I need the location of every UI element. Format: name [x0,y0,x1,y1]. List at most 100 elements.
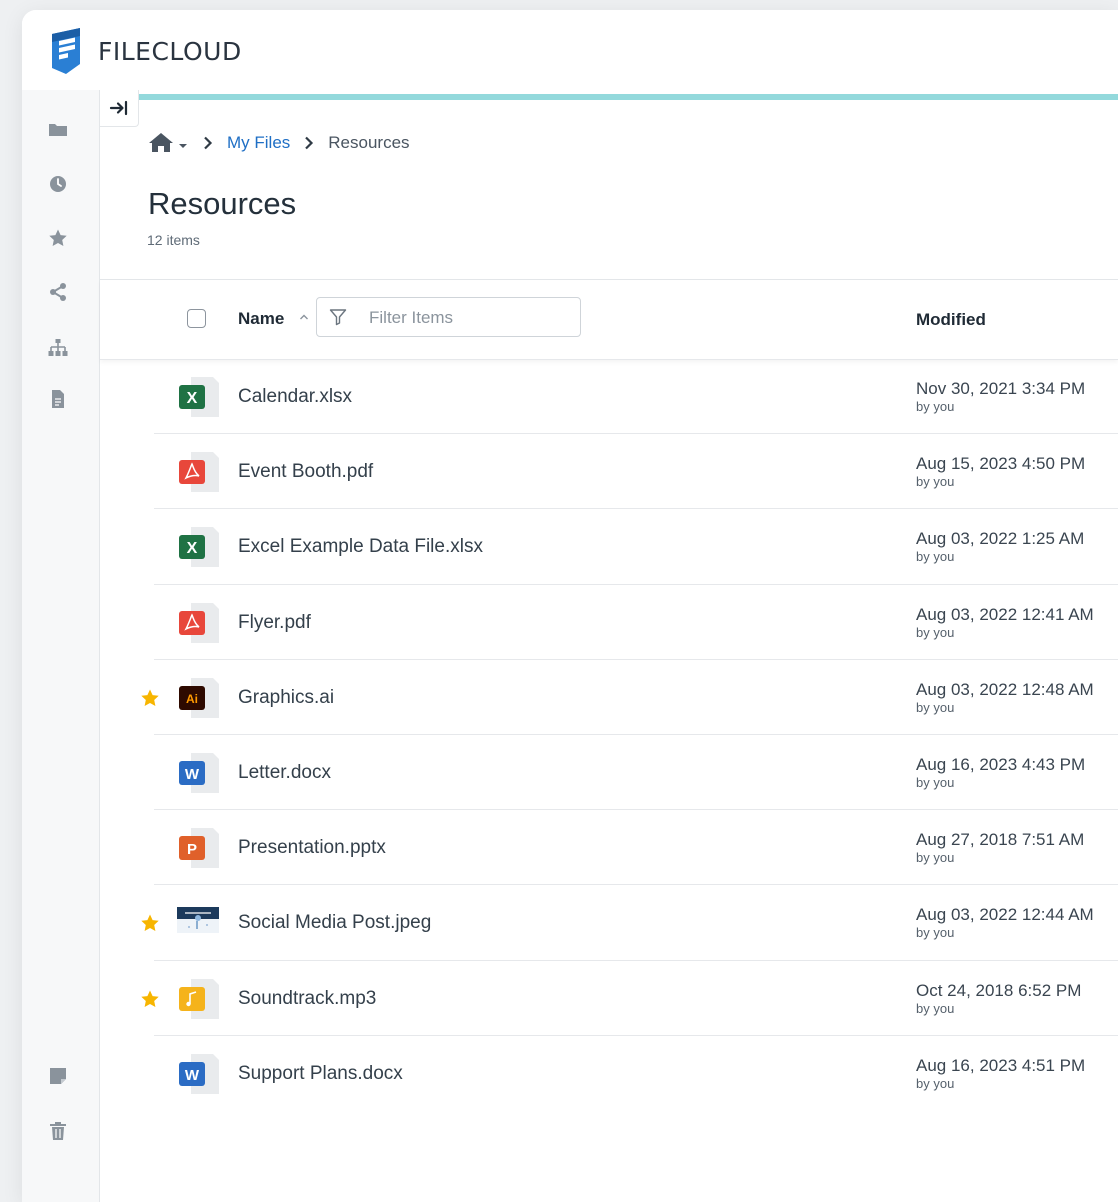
file-row[interactable]: Soundtrack.mp3 Oct 24, 2018 6:52 PM by you [100,961,1118,1036]
modified-by: by you [916,850,955,866]
clock-icon [50,176,66,192]
breadcrumb: My Files Resources [147,132,410,154]
breadcrumb-separator [203,136,213,150]
file-name[interactable]: Graphics.ai [238,687,334,709]
sidebar [22,90,100,1202]
item-count: 12 items [147,232,200,248]
illustrator-file-icon: Ai [179,677,219,718]
home-icon [149,133,173,152]
file-name[interactable]: Calendar.xlsx [238,386,352,408]
caret-down-icon [179,144,187,148]
svg-text:P: P [187,841,197,858]
excel-file-icon: X [179,527,219,568]
collapse-sidebar-button[interactable] [100,90,139,127]
pdf-file-icon [179,452,219,493]
modified-by: by you [916,774,955,790]
arrow-right-to-line-icon [109,100,128,116]
modified-by: by you [916,399,955,414]
chevron-right-icon [305,136,314,150]
chevron-right-icon [204,136,213,150]
list-header: Name Modified [100,279,1118,360]
sidebar-recent[interactable] [48,174,68,194]
sidebar-starred[interactable] [48,228,68,248]
audio-file-icon [179,978,219,1019]
starred-icon[interactable] [140,688,160,708]
svg-text:W: W [185,766,200,783]
folder-icon [49,124,67,136]
word-file-icon: W [179,752,219,793]
file-row[interactable]: W Support Plans.docx Aug 16, 2023 4:51 PM b… [100,1036,1118,1111]
file-row[interactable]: W Letter.docx Aug 16, 2023 4:43 PM by you [100,735,1118,811]
file-row[interactable]: Ai Graphics.ai Aug 03, 2022 12:48 AM by you [100,660,1118,736]
modified-date: Aug 27, 2018 7:51 AM [916,830,1085,850]
sidebar-documents[interactable] [48,389,68,409]
modified-date: Nov 30, 2021 3:34 PM [916,379,1086,398]
trash-icon [50,1122,66,1140]
excel-file-icon: X [179,377,219,417]
file-row[interactable]: Event Booth.pdf Aug 15, 2023 4:50 PM by yo… [100,434,1118,510]
sitemap-icon [48,339,68,356]
image-thumbnail-icon [177,907,219,934]
filter-input[interactable] [367,306,571,330]
modified-date: Aug 03, 2022 1:25 AM [916,529,1085,549]
file-row[interactable]: Social Media Post.jpeg Aug 03, 2022 12:44… [100,885,1118,961]
note-icon [50,1068,66,1084]
modified-by: by you [916,925,955,941]
sidebar-my-files[interactable] [48,120,68,140]
name-column-header[interactable]: Name [238,309,284,329]
svg-text:W: W [185,1067,200,1084]
file-name[interactable]: Letter.docx [238,762,331,784]
starred-icon[interactable] [140,913,160,933]
filecloud-logo-icon [52,28,80,74]
filecloud-logo[interactable]: FILECLOUD [50,28,242,74]
breadcrumb-home[interactable] [147,132,189,154]
sort-ascending-icon[interactable] [298,311,310,323]
modified-date: Aug 16, 2023 4:51 PM [916,1055,1086,1075]
file-name[interactable]: Excel Example Data File.xlsx [238,536,483,558]
sidebar-trash[interactable] [48,1121,68,1141]
modified-by: by you [916,549,955,565]
powerpoint-file-icon: P [179,828,219,869]
modified-date: Aug 03, 2022 12:44 AM [916,905,1094,925]
modified-by: by you [916,474,955,490]
modified-by: by you [916,624,955,640]
breadcrumb-resources: Resources [328,133,410,152]
file-row[interactable]: X Calendar.xlsx Nov 30, 2021 3:34 PM by you [100,359,1118,435]
brand-name: FILECLOUD [98,36,242,66]
breadcrumb-my-files[interactable]: My Files [227,133,290,153]
sidebar-shared[interactable] [48,282,68,302]
file-row[interactable]: X Excel Example Data File.xlsx Aug 03, 202… [100,509,1118,585]
file-row[interactable]: P Presentation.pptx Aug 27, 2018 7:51 AM by… [100,810,1118,886]
share-icon [50,283,66,301]
file-name[interactable]: Event Booth.pdf [238,461,373,483]
modified-date: Aug 16, 2023 4:43 PM [916,754,1086,774]
modified-by: by you [916,699,955,715]
file-list: X Calendar.xlsx Nov 30, 2021 3:34 PM by you… [100,359,1118,1111]
star-icon [49,229,67,246]
file-name[interactable]: Support Plans.docx [238,1063,403,1085]
modified-date: Aug 03, 2022 12:48 AM [916,679,1094,699]
file-name[interactable]: Presentation.pptx [238,837,386,859]
modified-date: Aug 15, 2023 4:50 PM [916,454,1086,474]
main-content: My Files Resources Resources 12 items Na… [100,90,1118,1202]
app-header: FILECLOUD [22,10,1118,90]
modified-by: by you [916,1075,955,1091]
app-window: FILECLOUD My Files Resources Resources 1… [22,10,1118,1202]
svg-text:X: X [187,390,198,407]
svg-text:X: X [187,540,198,557]
select-all-checkbox[interactable] [187,309,206,328]
file-name[interactable]: Social Media Post.jpeg [238,912,431,934]
modified-date: Oct 24, 2018 6:52 PM [916,980,1082,1000]
file-name[interactable]: Soundtrack.mp3 [238,988,376,1010]
sidebar-network[interactable] [48,338,68,358]
filter-icon [329,309,347,326]
word-file-icon: W [179,1053,219,1094]
page-title: Resources [148,186,297,221]
file-name[interactable]: Flyer.pdf [238,612,311,634]
sidebar-notes[interactable] [48,1066,68,1086]
modified-date: Aug 03, 2022 12:41 AM [916,604,1094,624]
pdf-file-icon [179,602,219,643]
file-row[interactable]: Flyer.pdf Aug 03, 2022 12:41 AM by you [100,585,1118,660]
modified-column-header[interactable]: Modified [916,310,986,330]
starred-icon[interactable] [140,989,160,1009]
